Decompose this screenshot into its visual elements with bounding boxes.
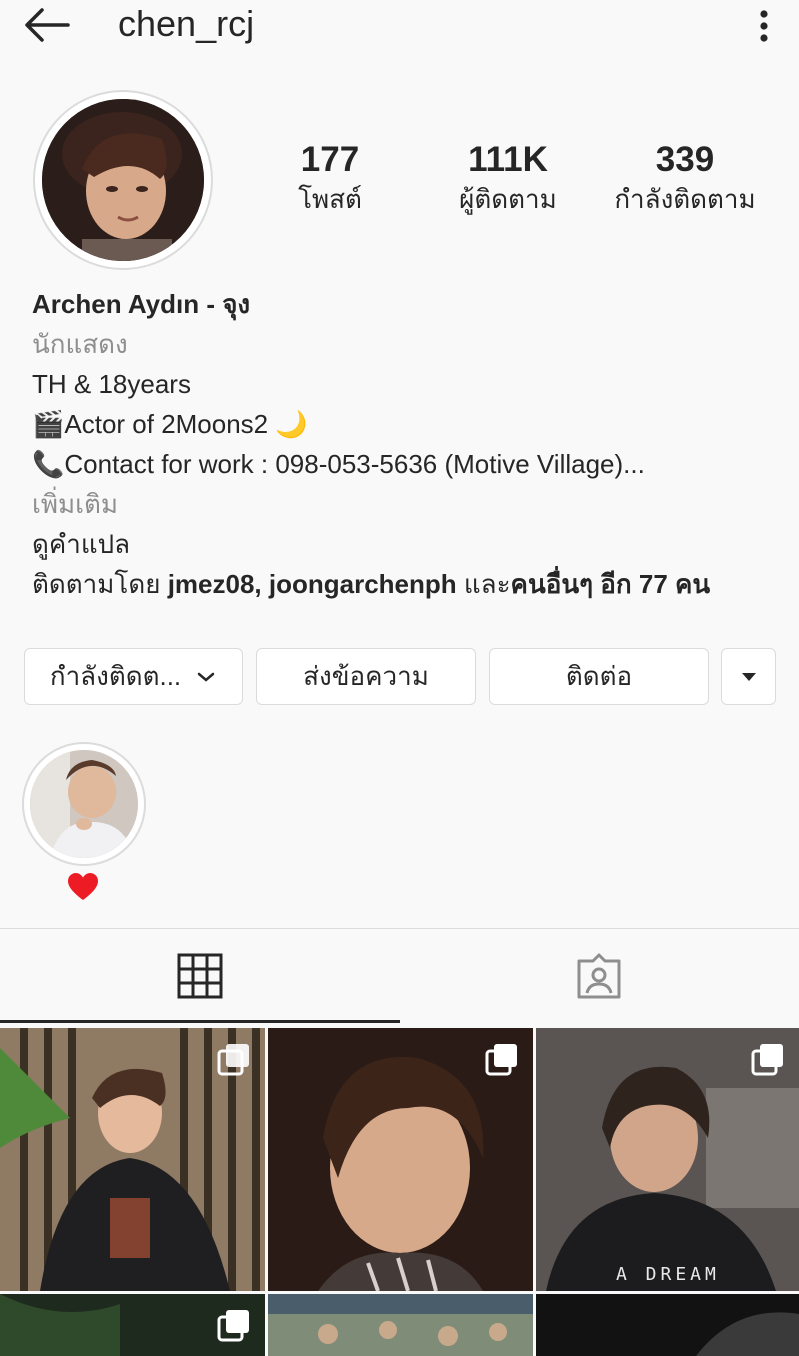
grid-icon [177, 953, 223, 999]
profile-category: นักแสดง [32, 329, 128, 359]
tab-tagged[interactable] [400, 929, 799, 1023]
message-button[interactable]: ส่งข้อความ [256, 648, 476, 705]
story-highlight[interactable] [22, 742, 146, 866]
stat-label: กำลังติดตาม [614, 184, 756, 214]
stat-value: 339 [655, 140, 715, 179]
following-button[interactable]: กำลังติดต... [24, 648, 243, 705]
post-thumbnail[interactable] [0, 1028, 265, 1291]
bio-line: TH & 18years [32, 369, 191, 399]
bio-line: 📞Contact for work : 098-053-5636 (Motive… [32, 449, 645, 479]
suggested-accounts-button[interactable] [721, 648, 776, 705]
top-bar: chen_rcj [0, 0, 799, 52]
back-arrow-icon[interactable] [22, 4, 72, 46]
avatar-photo [42, 99, 204, 261]
highlight-cover [30, 750, 138, 858]
followed-by-others: คนอื่นๆ อีก 77 คน [510, 569, 711, 599]
profile-display-name: Archen Aydın - จุง [32, 289, 251, 319]
caret-down-icon [741, 672, 756, 681]
stat-value: 177 [300, 140, 360, 179]
followed-by-prefix: ติดตามโดย [32, 569, 168, 599]
following-button-label: กำลังติดต... [49, 661, 182, 691]
contact-button-label: ติดต่อ [565, 661, 633, 691]
stat-following[interactable]: 339 กำลังติดตาม [603, 138, 767, 216]
post-thumbnail[interactable] [536, 1294, 799, 1356]
stat-posts[interactable]: 177 โพสต์ [268, 138, 392, 216]
tagged-person-icon [577, 953, 621, 999]
followed-by-middle: และ [456, 569, 511, 599]
see-translation-link[interactable]: ดูคำแปล [32, 524, 782, 564]
bio-more-link[interactable]: เพิ่มเติม [32, 484, 782, 524]
post-thumbnail[interactable] [268, 1294, 533, 1356]
multiple-photos-icon [217, 1044, 249, 1076]
multiple-photos-icon [751, 1044, 783, 1076]
contact-button[interactable]: ติดต่อ [489, 648, 709, 705]
message-button-label: ส่งข้อความ [303, 661, 429, 691]
chevron-down-icon [197, 672, 215, 682]
post-caption-text: A DREAM [616, 1264, 720, 1285]
active-tab-indicator [0, 1020, 400, 1023]
post-thumbnail[interactable]: A DREAM [536, 1028, 799, 1291]
post-thumbnail[interactable] [0, 1294, 265, 1356]
heart-icon [68, 873, 98, 900]
stat-value: 111K [468, 140, 548, 179]
multiple-photos-icon [485, 1044, 517, 1076]
profile-avatar[interactable] [33, 90, 213, 270]
profile-username: chen_rcj [118, 3, 255, 44]
stat-followers[interactable]: 111K ผู้ติดตาม [438, 138, 578, 216]
profile-bio: Archen Aydın - จุง นักแสดง TH & 18years … [32, 284, 782, 604]
multiple-photos-icon [217, 1310, 249, 1342]
followed-by-users: jmez08, joongarchenph [167, 569, 457, 599]
more-options-icon[interactable] [752, 6, 776, 46]
followed-by-text[interactable]: ติดตามโดย jmez08, joongarchenph และคนอื่… [32, 564, 782, 604]
bio-line: 🎬Actor of 2Moons2 🌙 [32, 409, 308, 439]
stat-label: โพสต์ [298, 184, 362, 214]
tab-posts-grid[interactable] [0, 929, 400, 1023]
stat-label: ผู้ติดตาม [459, 184, 557, 214]
post-thumbnail[interactable] [268, 1028, 533, 1291]
